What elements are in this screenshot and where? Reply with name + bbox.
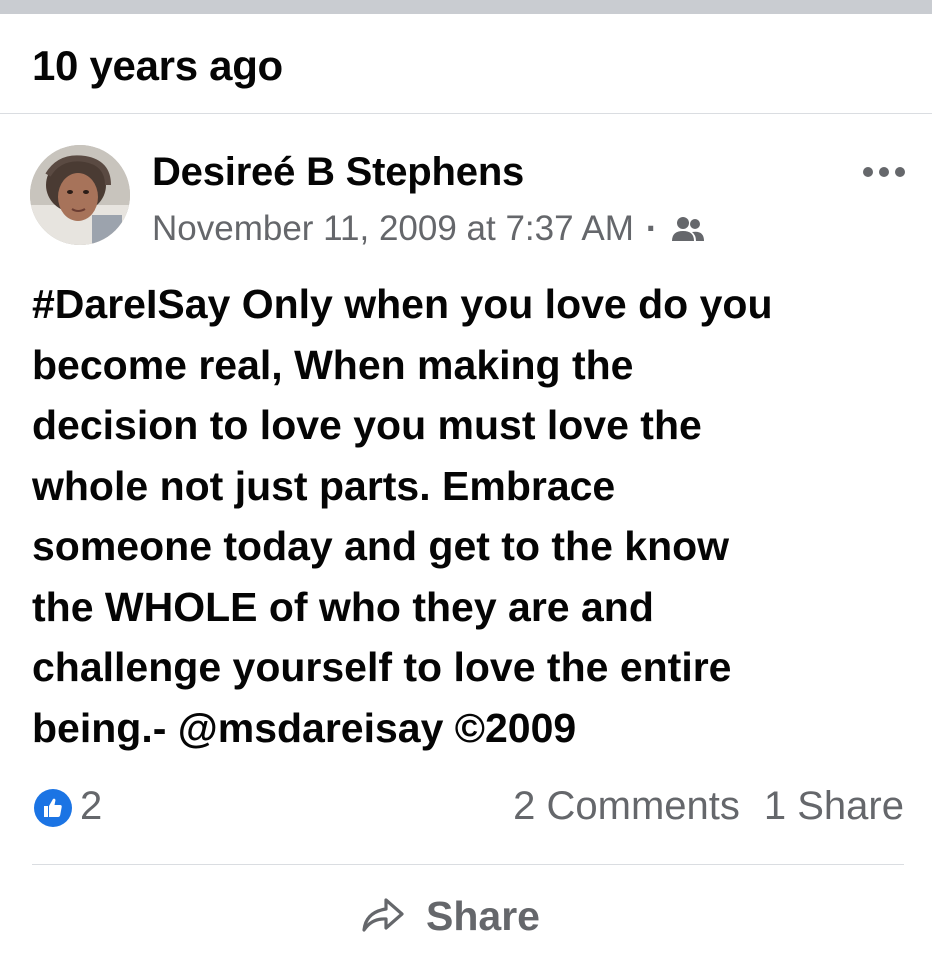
more-options-button[interactable]	[858, 158, 910, 186]
top-strip	[0, 0, 932, 14]
meta-separator: ·	[645, 209, 658, 248]
friends-icon[interactable]	[670, 214, 706, 244]
more-icon	[863, 167, 905, 177]
memory-header: 10 years ago	[0, 14, 932, 114]
post-text: #DareISay Only when you love do you beco…	[32, 281, 773, 751]
avatar-image	[30, 145, 130, 245]
author-name[interactable]: Desireé B Stephens	[152, 150, 524, 195]
like-count[interactable]: 2	[80, 784, 102, 829]
post-timestamp[interactable]: November 11, 2009 at 7:37 AM	[152, 209, 634, 249]
like-reaction-icon[interactable]	[34, 789, 72, 827]
engagement-counts: 2 Comments 1 Share	[513, 784, 904, 829]
avatar[interactable]	[30, 145, 130, 245]
engagement-row: 2 2 Comments 1 Share	[32, 780, 904, 836]
post-meta: November 11, 2009 at 7:37 AM ·	[152, 206, 706, 252]
memory-title: 10 years ago	[32, 42, 283, 89]
divider	[32, 864, 904, 865]
share-icon	[362, 898, 404, 932]
comments-count[interactable]: 2 Comments	[513, 784, 740, 829]
share-label: Share	[426, 892, 540, 939]
shares-count[interactable]: 1 Share	[764, 784, 904, 829]
share-button[interactable]: Share	[360, 886, 540, 946]
